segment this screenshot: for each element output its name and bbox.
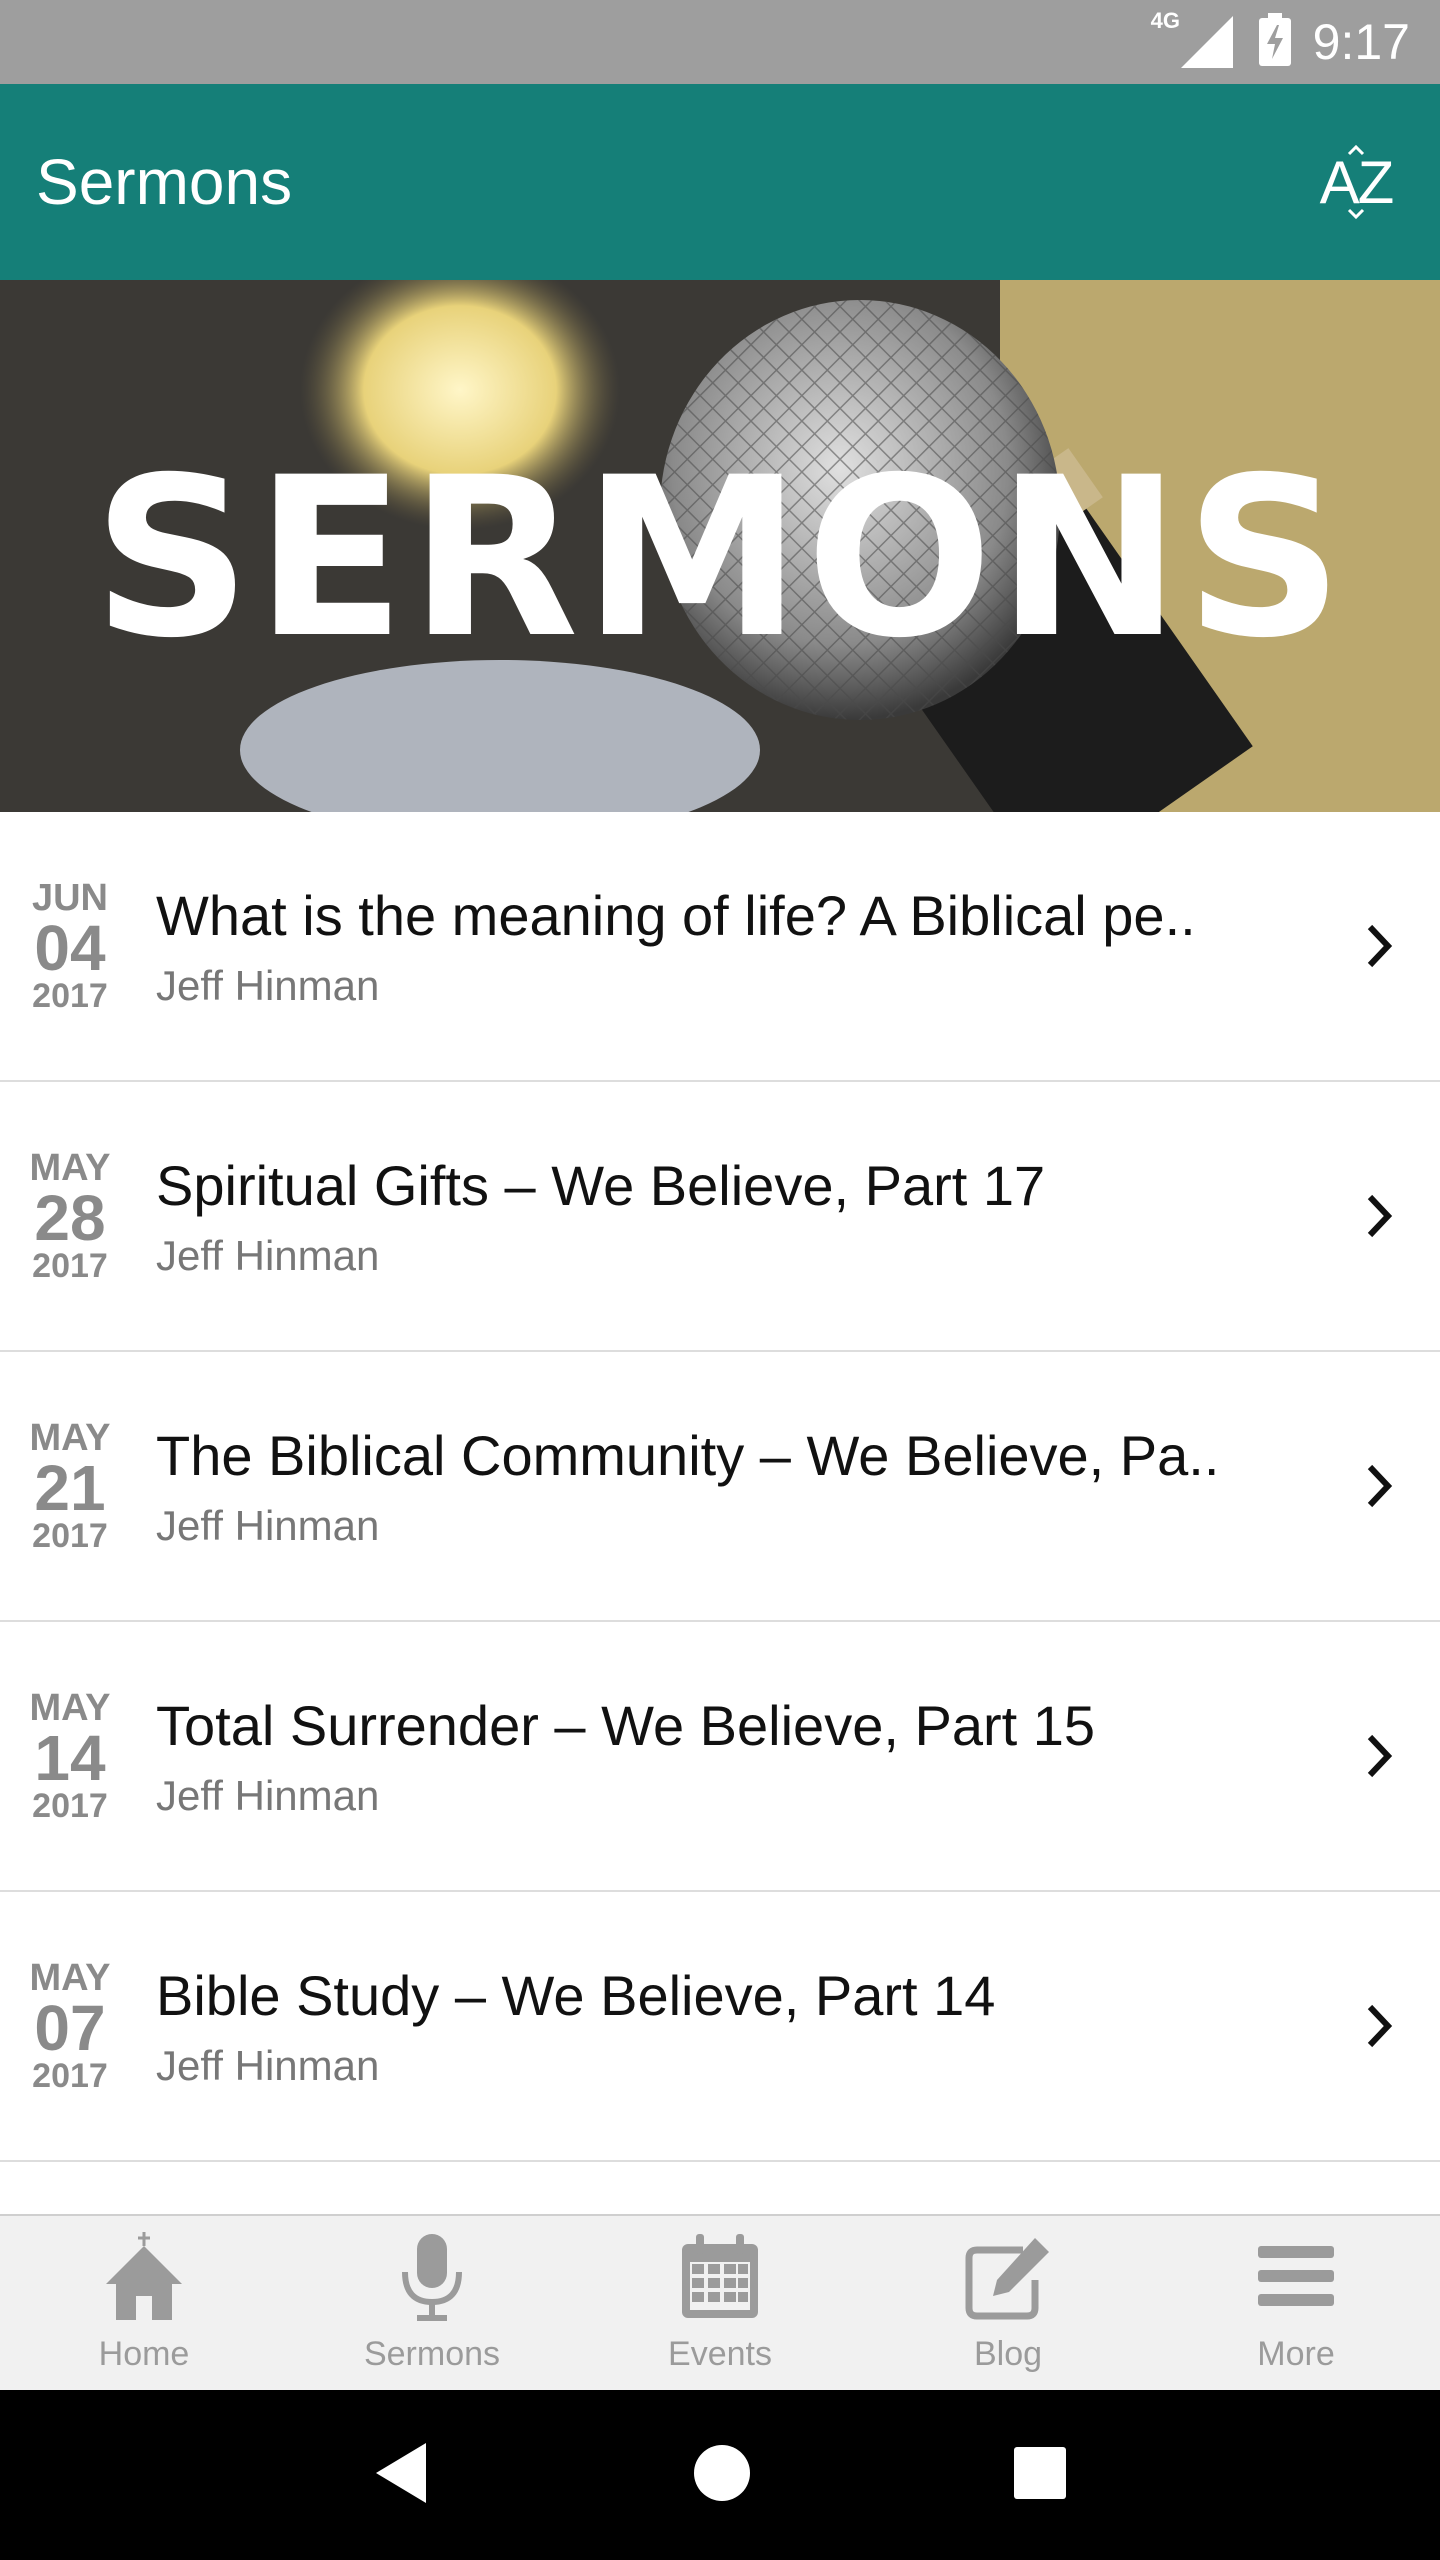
nav-item-events[interactable]: Events	[576, 2216, 864, 2390]
list-item[interactable]: JUN 04 2017 What is the meaning of life?…	[0, 812, 1440, 1082]
recents-icon[interactable]	[1012, 2445, 1068, 2506]
chevron-right-icon	[1320, 1461, 1440, 1511]
sort-arrows-icon	[1347, 144, 1365, 220]
sermon-speaker: Jeff Hinman	[156, 961, 380, 1009]
date-badge: MAY 07 2017	[0, 1958, 140, 2094]
date-year: 2017	[32, 1517, 108, 1555]
date-day: 07	[34, 1992, 106, 2064]
nav-item-home[interactable]: Home	[0, 2216, 288, 2390]
status-bar: 4G 9:17	[0, 0, 1440, 84]
sermon-title: What is the meaning of life? A Biblical …	[156, 883, 1196, 947]
chevron-right-icon	[1320, 1191, 1440, 1241]
nav-label: Sermons	[363, 2335, 501, 2373]
sermon-list: JUN 04 2017 What is the meaning of life?…	[0, 812, 1440, 2162]
date-day: 14	[34, 1722, 106, 1794]
signal-icon: 4G	[1151, 8, 1237, 72]
date-day: 04	[34, 912, 106, 984]
system-nav-bar	[0, 2390, 1440, 2560]
date-year: 2017	[32, 2057, 108, 2095]
sermon-title: Total Surrender – We Believe, Part 15	[156, 1693, 1096, 1757]
list-item[interactable]: MAY 07 2017 Bible Study – We Believe, Pa…	[0, 1892, 1440, 2162]
battery-icon	[1257, 12, 1293, 72]
home-circle-icon[interactable]	[692, 2443, 752, 2508]
app-bar: Sermons AZ	[0, 84, 1440, 280]
nav-label: Events	[668, 2335, 772, 2373]
nav-item-more[interactable]: More	[1152, 2216, 1440, 2390]
edit-icon	[963, 2232, 1053, 2327]
back-icon[interactable]	[372, 2441, 432, 2510]
list-item[interactable]: MAY 14 2017 Total Surrender – We Believe…	[0, 1622, 1440, 1892]
status-time: 9:17	[1312, 14, 1410, 70]
date-day: 21	[34, 1452, 106, 1524]
sermon-speaker: Jeff Hinman	[156, 1501, 380, 1549]
calendar-icon	[678, 2232, 762, 2327]
nav-item-sermons[interactable]: Sermons	[288, 2216, 576, 2390]
page-title: Sermons	[36, 146, 293, 218]
sermon-speaker: Jeff Hinman	[156, 1231, 380, 1279]
list-item[interactable]: MAY 28 2017 Spiritual Gifts – We Believe…	[0, 1082, 1440, 1352]
menu-icon	[1256, 2232, 1336, 2327]
date-day: 28	[34, 1182, 106, 1254]
date-year: 2017	[32, 1787, 108, 1825]
sermons-banner: SERMONS	[0, 280, 1440, 812]
bottom-nav: Home Sermons Events Blog More	[0, 2214, 1440, 2390]
banner-title: SERMONS	[92, 430, 1348, 686]
date-year: 2017	[32, 1247, 108, 1285]
date-badge: MAY 28 2017	[0, 1148, 140, 1284]
nav-label: Blog	[973, 2335, 1043, 2373]
nav-label: More	[1257, 2335, 1335, 2373]
nav-item-blog[interactable]: Blog	[864, 2216, 1152, 2390]
date-badge: MAY 14 2017	[0, 1688, 140, 1824]
list-item[interactable]: MAY 21 2017 The Biblical Community – We …	[0, 1352, 1440, 1622]
sort-button[interactable]: AZ	[1308, 134, 1404, 230]
date-year: 2017	[32, 977, 108, 1015]
home-icon	[102, 2232, 186, 2327]
microphone-icon	[397, 2232, 467, 2327]
chevron-right-icon	[1320, 921, 1440, 971]
chevron-right-icon	[1320, 1731, 1440, 1781]
date-badge: MAY 21 2017	[0, 1418, 140, 1554]
sermon-speaker: Jeff Hinman	[156, 2041, 380, 2089]
date-badge: JUN 04 2017	[0, 878, 140, 1014]
sermon-title: Bible Study – We Believe, Part 14	[156, 1963, 996, 2027]
sermon-title: The Biblical Community – We Believe, Pa.…	[156, 1423, 1220, 1487]
chevron-right-icon	[1320, 2001, 1440, 2051]
sermon-speaker: Jeff Hinman	[156, 1771, 380, 1819]
sermon-title: Spiritual Gifts – We Believe, Part 17	[156, 1153, 1046, 1217]
nav-label: Home	[98, 2335, 190, 2373]
network-type: 4G	[1150, 8, 1181, 33]
